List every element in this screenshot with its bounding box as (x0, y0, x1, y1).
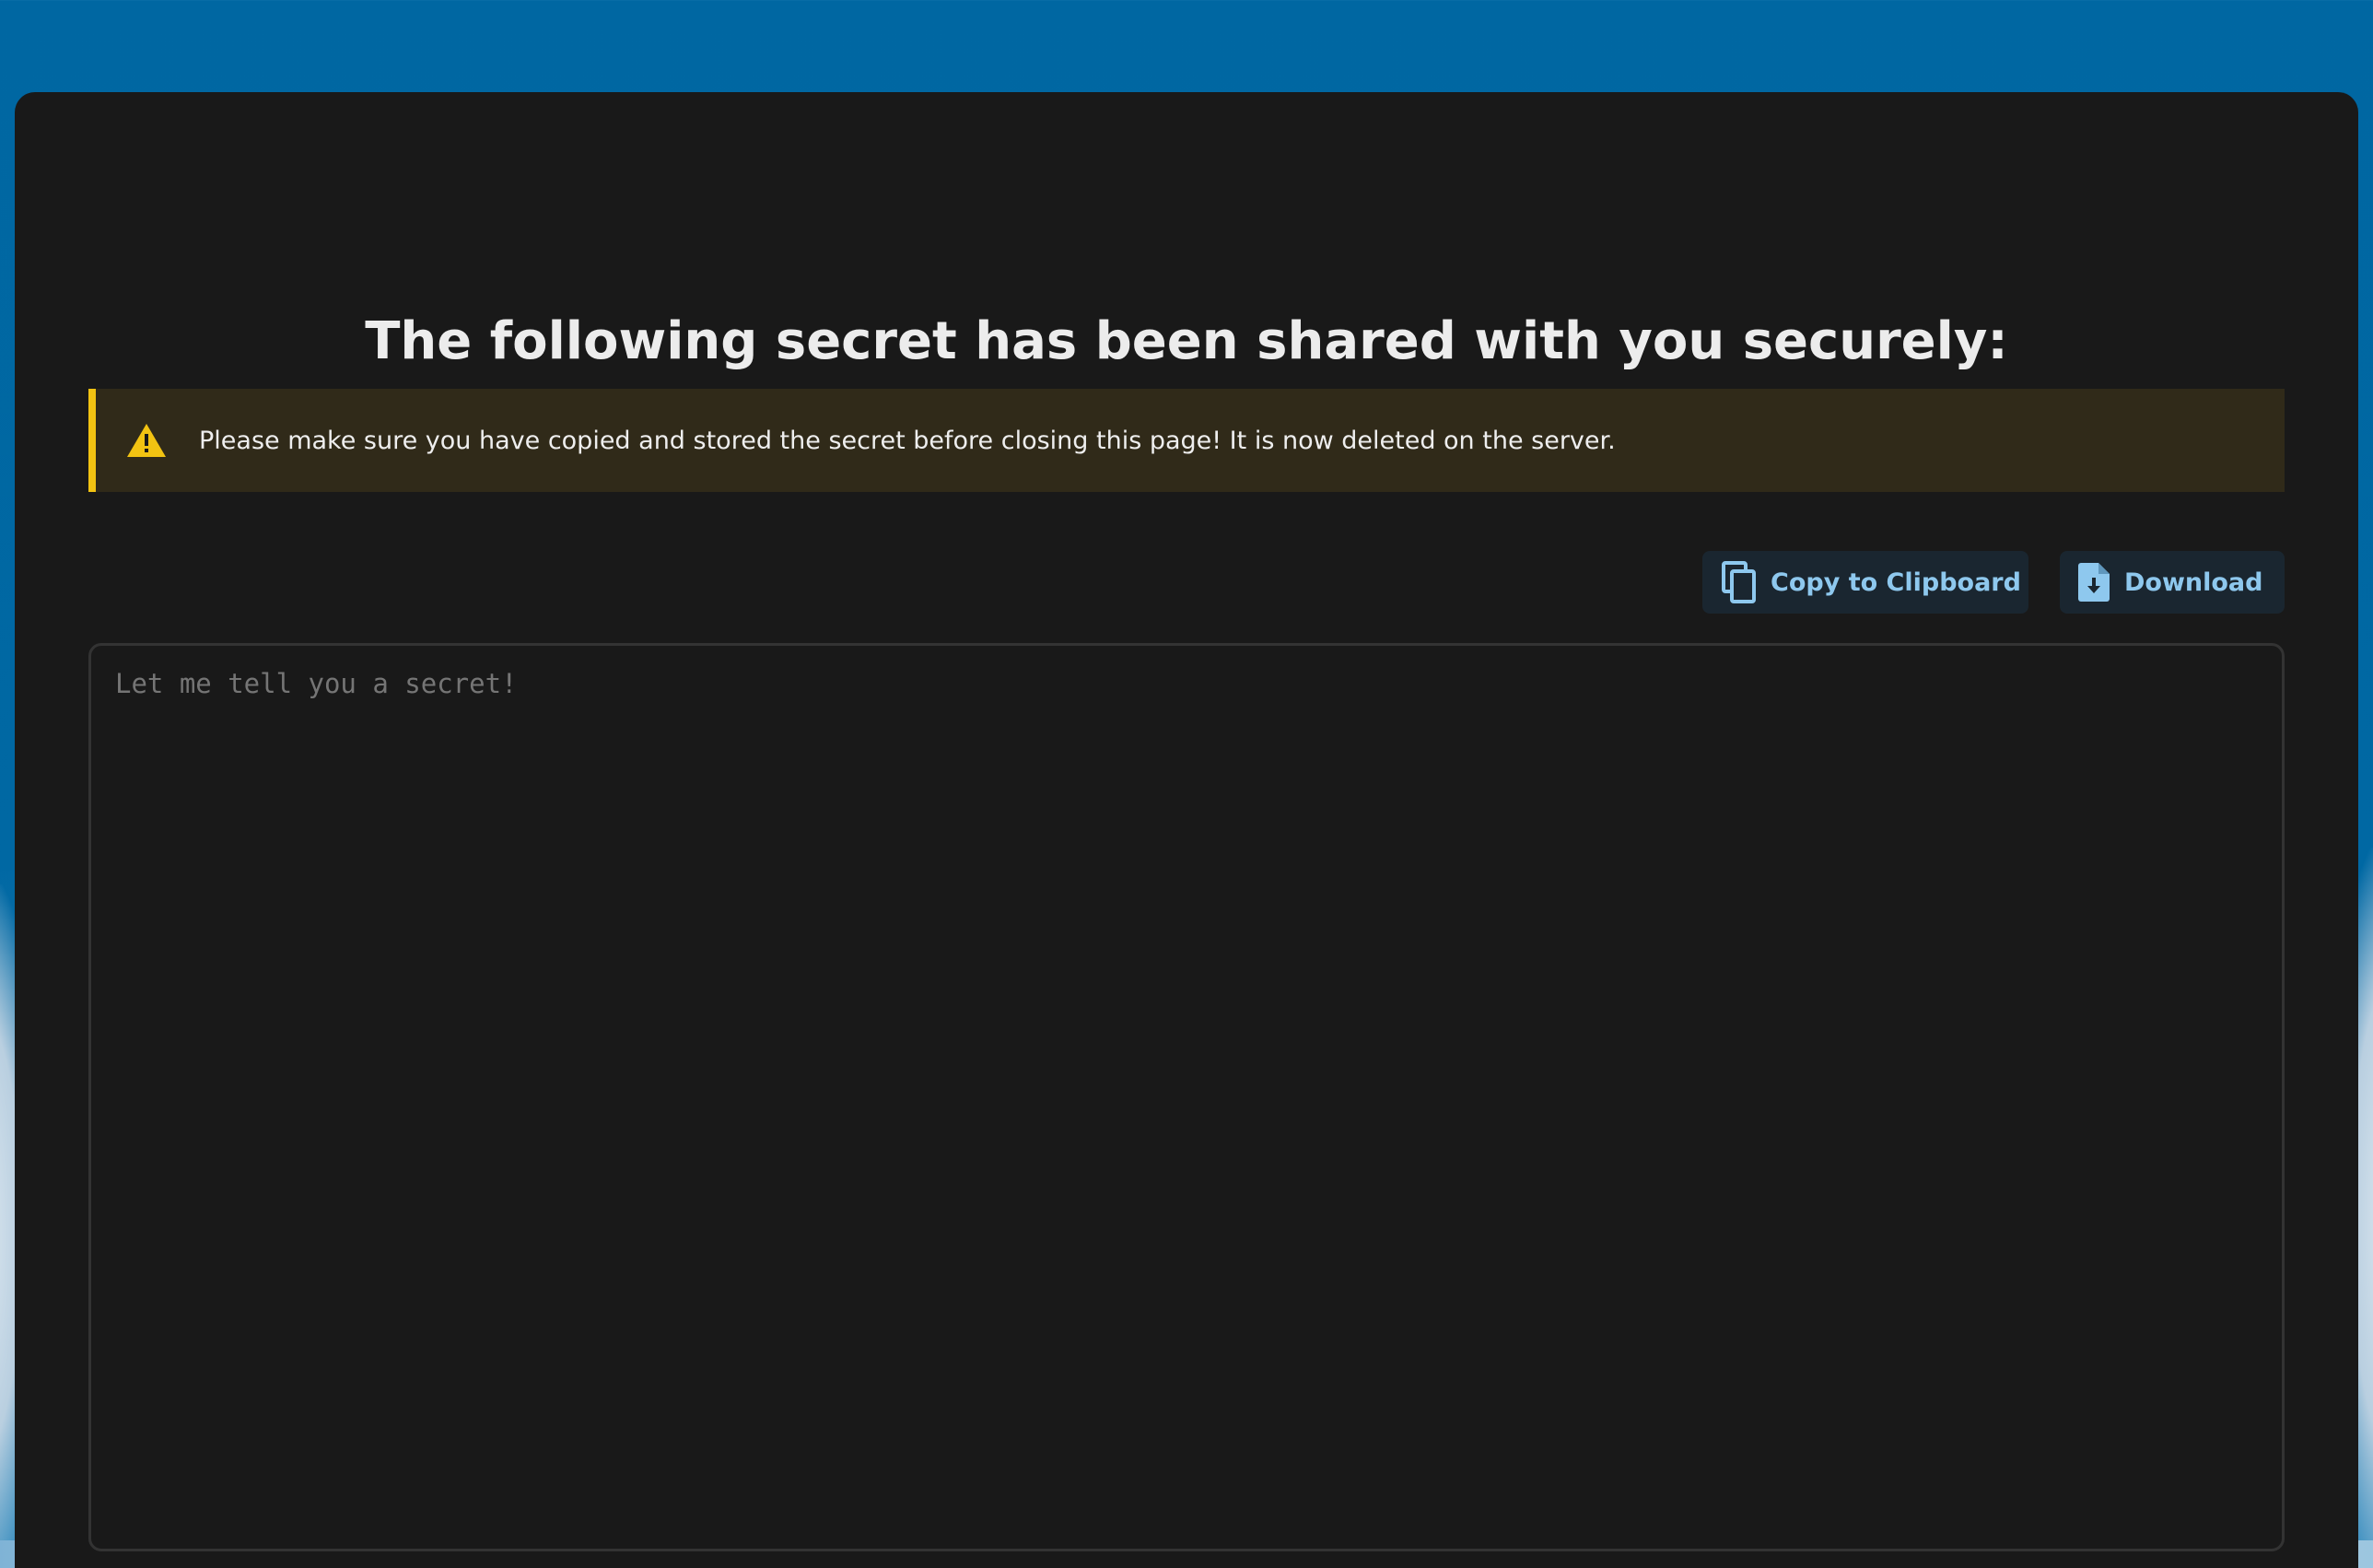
file-download-icon (2078, 563, 2110, 602)
copy-button-label: Copy to Clipboard (1771, 568, 2021, 597)
copy-icon (1722, 561, 1756, 603)
page-title: The following secret has been shared wit… (365, 311, 2008, 371)
download-button[interactable]: Download (2060, 551, 2285, 614)
warning-banner: Please make sure you have copied and sto… (88, 389, 2285, 492)
secret-textarea[interactable] (88, 643, 2285, 1551)
copy-to-clipboard-button[interactable]: Copy to Clipboard (1702, 551, 2028, 614)
secret-panel: The following secret has been shared wit… (15, 92, 2358, 1568)
warning-triangle-icon (127, 424, 166, 457)
download-button-label: Download (2124, 568, 2263, 597)
warning-text: Please make sure you have copied and sto… (199, 426, 1616, 455)
